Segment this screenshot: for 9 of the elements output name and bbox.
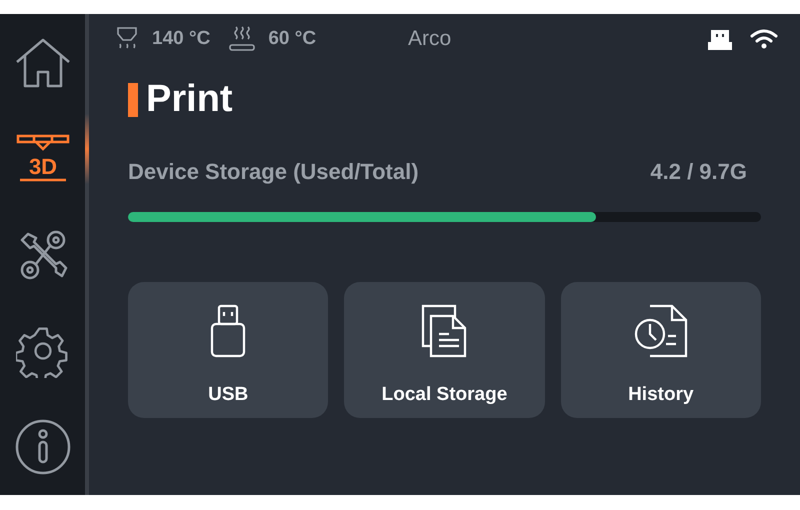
device-name: Arco	[408, 26, 452, 52]
bed-temperature: 60 °C	[268, 26, 316, 51]
nozzle-temperature: 140 °C	[152, 26, 210, 51]
page-title: Print	[146, 77, 233, 122]
storage-label: Device Storage (Used/Total)	[128, 158, 419, 186]
history-source-button[interactable]: History	[560, 282, 761, 418]
local-source-button[interactable]: Local Storage	[344, 282, 545, 418]
storage-reading: 4.2 / 9.7G	[650, 158, 747, 186]
usb-source-button[interactable]: USB	[128, 282, 328, 418]
